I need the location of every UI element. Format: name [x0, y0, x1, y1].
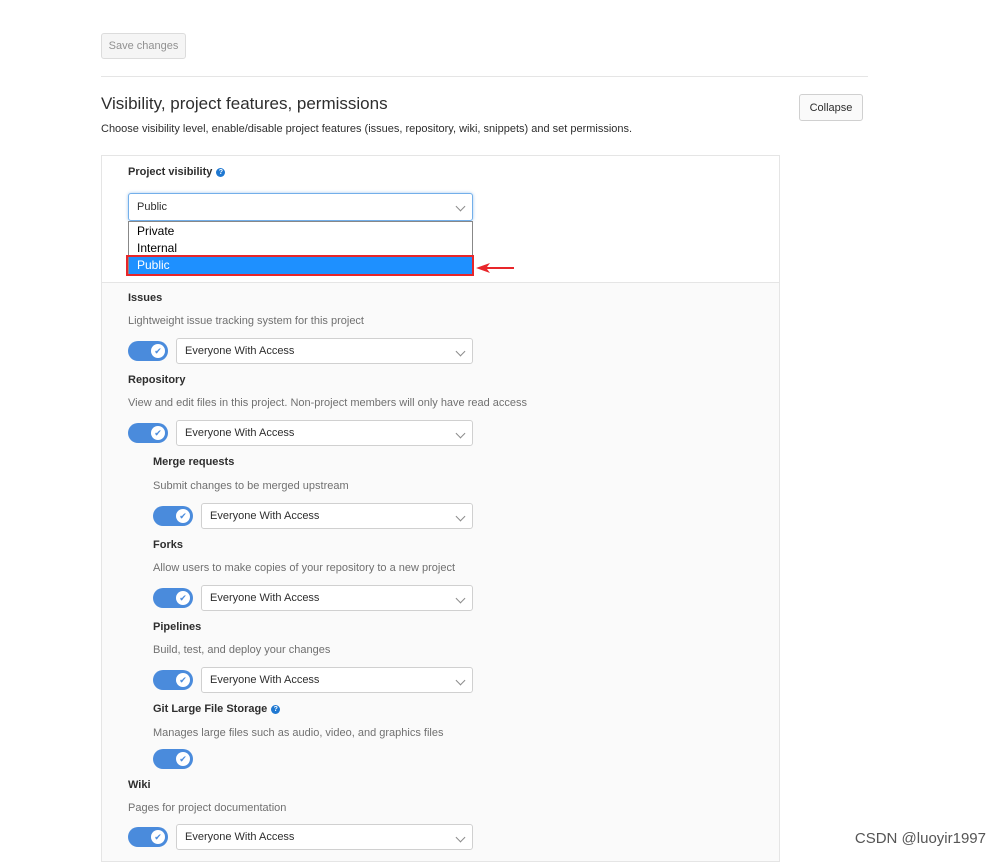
- merge-requests-help-text: Submit changes to be merged upstream: [153, 480, 349, 492]
- annotation-highlight-box: [126, 255, 474, 276]
- chevron-down-icon: [455, 201, 466, 212]
- chevron-down-icon: [455, 346, 466, 357]
- pipelines-toggle[interactable]: ✔: [153, 670, 193, 690]
- lfs-label: Git Large File Storage?: [153, 703, 281, 715]
- chevron-down-icon: [455, 593, 466, 604]
- merge-requests-label: Merge requests: [153, 456, 235, 468]
- pipelines-access-select[interactable]: Everyone With Access: [201, 667, 473, 693]
- section-divider: [101, 76, 868, 77]
- forks-label: Forks: [153, 539, 183, 551]
- check-icon: ✔: [151, 426, 165, 440]
- wiki-access-select[interactable]: Everyone With Access: [176, 824, 473, 850]
- pipelines-label: Pipelines: [153, 621, 202, 633]
- chevron-down-icon: [455, 428, 466, 439]
- issues-help-text: Lightweight issue tracking system for th…: [128, 315, 364, 327]
- chevron-down-icon: [455, 511, 466, 522]
- repository-access-select[interactable]: Everyone With Access: [176, 420, 473, 446]
- forks-toggle[interactable]: ✔: [153, 588, 193, 608]
- wiki-toggle[interactable]: ✔: [128, 827, 168, 847]
- merge-requests-access-value: Everyone With Access: [210, 510, 320, 522]
- repository-help-text: View and edit files in this project. Non…: [128, 397, 528, 409]
- wiki-label: Wiki: [128, 779, 151, 791]
- collapse-button[interactable]: Collapse: [799, 94, 863, 121]
- check-icon: ✔: [176, 591, 190, 605]
- section-description: Choose visibility level, enable/disable …: [101, 123, 633, 135]
- wiki-help-text: Pages for project documentation: [128, 802, 287, 814]
- project-visibility-select[interactable]: Public: [128, 193, 473, 221]
- watermark: CSDN @luoyir1997: [854, 830, 986, 847]
- save-changes-button[interactable]: Save changes: [101, 33, 186, 59]
- forks-access-value: Everyone With Access: [210, 592, 320, 604]
- repository-label: Repository: [128, 374, 186, 386]
- pipelines-access-value: Everyone With Access: [210, 674, 320, 686]
- check-icon: ✔: [176, 673, 190, 687]
- merge-requests-toggle[interactable]: ✔: [153, 506, 193, 526]
- repository-toggle[interactable]: ✔: [128, 423, 168, 443]
- check-icon: ✔: [176, 752, 190, 766]
- project-visibility-label: Project visibility?: [128, 166, 226, 178]
- lfs-help-text: Manages large files such as audio, video…: [153, 727, 444, 739]
- issues-access-select[interactable]: Everyone With Access: [176, 338, 473, 364]
- issues-toggle[interactable]: ✔: [128, 341, 168, 361]
- help-icon[interactable]: ?: [216, 168, 226, 177]
- forks-access-select[interactable]: Everyone With Access: [201, 585, 473, 611]
- repository-access-value: Everyone With Access: [185, 427, 295, 439]
- lfs-toggle[interactable]: ✔: [153, 749, 193, 769]
- annotation-arrow-icon: [476, 263, 514, 273]
- merge-requests-access-select[interactable]: Everyone With Access: [201, 503, 473, 529]
- project-visibility-value: Public: [137, 201, 167, 213]
- pipelines-help-text: Build, test, and deploy your changes: [153, 644, 331, 656]
- issues-label: Issues: [128, 292, 163, 304]
- chevron-down-icon: [455, 675, 466, 686]
- chevron-down-icon: [455, 832, 466, 843]
- check-icon: ✔: [151, 344, 165, 358]
- section-title: Visibility, project features, permission…: [101, 94, 388, 113]
- check-icon: ✔: [176, 509, 190, 523]
- wiki-access-value: Everyone With Access: [185, 831, 295, 843]
- forks-help-text: Allow users to make copies of your repos…: [153, 562, 456, 574]
- help-icon[interactable]: ?: [271, 705, 281, 714]
- issues-access-value: Everyone With Access: [185, 345, 295, 357]
- option-private[interactable]: Private: [129, 223, 472, 240]
- check-icon: ✔: [151, 830, 165, 844]
